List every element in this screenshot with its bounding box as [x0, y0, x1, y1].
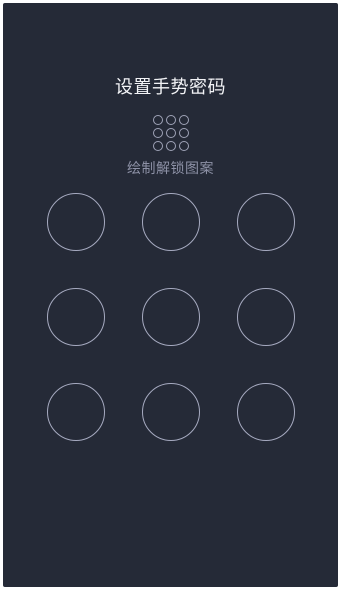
- pattern-preview-dot: [178, 115, 189, 125]
- pattern-preview-dot: [178, 128, 189, 138]
- unlock-pattern-grid[interactable]: [47, 193, 299, 445]
- page-title: 设置手势密码: [115, 77, 226, 98]
- pattern-grid-icon: [152, 115, 190, 153]
- pattern-preview-dot: [165, 141, 176, 151]
- gesture-password-screen: 设置手势密码 绘制解锁图案: [3, 3, 338, 587]
- pattern-node-2[interactable]: [142, 193, 200, 251]
- pattern-node-9[interactable]: [237, 383, 295, 441]
- pattern-node-6[interactable]: [237, 288, 295, 346]
- pattern-preview-dot: [178, 141, 189, 151]
- pattern-node-7[interactable]: [47, 383, 105, 441]
- pattern-node-1[interactable]: [47, 193, 105, 251]
- pattern-preview-dot: [152, 128, 163, 138]
- pattern-preview-dot: [152, 115, 163, 125]
- pattern-preview-dot: [165, 128, 176, 138]
- pattern-node-4[interactable]: [47, 288, 105, 346]
- pattern-node-5[interactable]: [142, 288, 200, 346]
- pattern-node-3[interactable]: [237, 193, 295, 251]
- instruction-text: 绘制解锁图案: [127, 161, 214, 177]
- pattern-preview-dot: [165, 115, 176, 125]
- pattern-preview-dot: [152, 141, 163, 151]
- pattern-node-8[interactable]: [142, 383, 200, 441]
